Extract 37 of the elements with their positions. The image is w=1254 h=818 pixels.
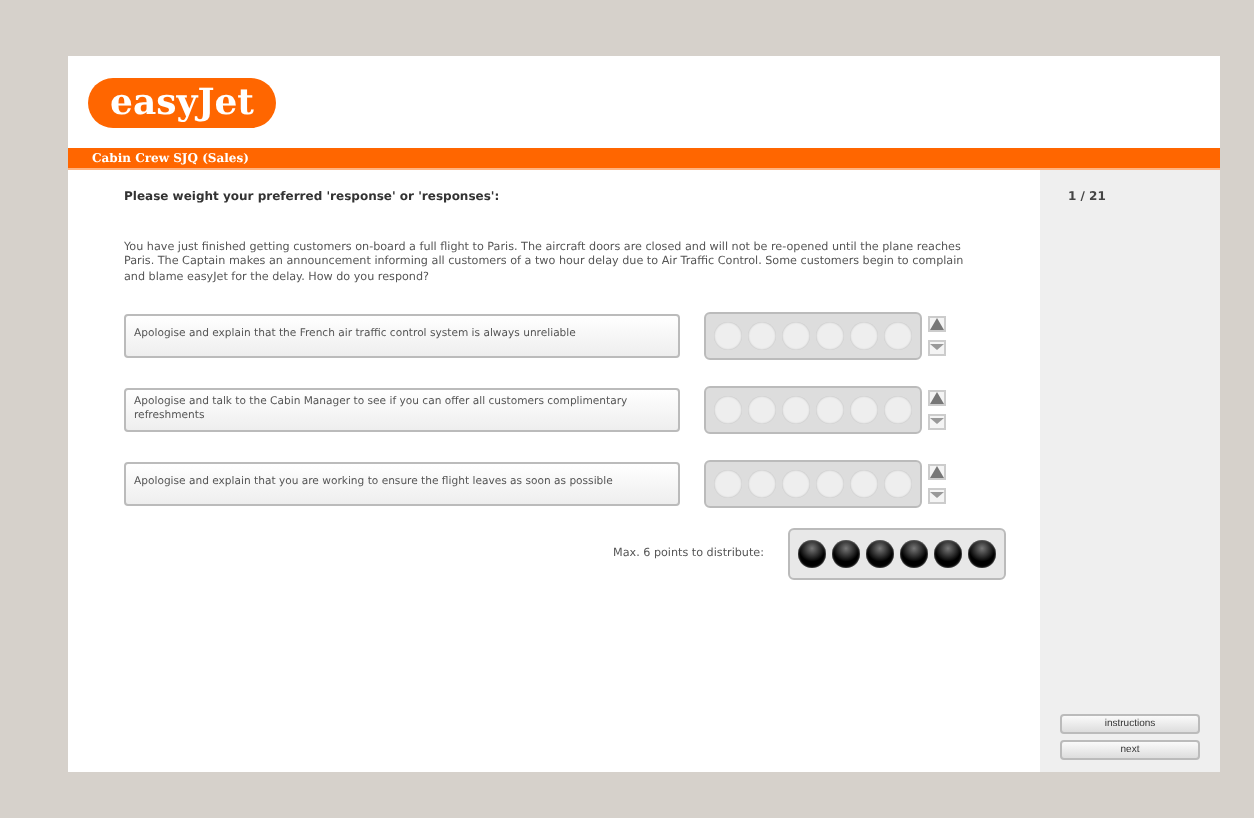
point-dot[interactable] xyxy=(714,321,742,350)
up-arrow-icon xyxy=(930,465,944,478)
up-arrow-icon xyxy=(930,317,944,330)
point-dot[interactable] xyxy=(714,469,742,498)
point-dot[interactable] xyxy=(714,395,742,424)
point-dot[interactable] xyxy=(850,469,878,498)
down-arrow-icon xyxy=(930,492,944,499)
point-dot[interactable] xyxy=(900,539,928,568)
down-arrow-icon xyxy=(930,418,944,425)
point-dot[interactable] xyxy=(884,395,912,424)
point-dot[interactable] xyxy=(782,469,810,498)
point-dot[interactable] xyxy=(832,539,860,568)
down-arrow-icon xyxy=(930,344,944,351)
decrease-button[interactable] xyxy=(928,339,946,356)
point-dot[interactable] xyxy=(798,539,826,568)
point-dot[interactable] xyxy=(866,539,894,568)
decrease-button[interactable] xyxy=(928,487,946,504)
point-dot[interactable] xyxy=(884,469,912,498)
point-dot[interactable] xyxy=(850,321,878,350)
point-dot[interactable] xyxy=(782,395,810,424)
point-dot[interactable] xyxy=(782,321,810,350)
point-dot[interactable] xyxy=(816,469,844,498)
increase-button[interactable] xyxy=(928,389,946,406)
point-dot[interactable] xyxy=(748,395,776,424)
up-arrow-icon xyxy=(930,391,944,404)
point-dot[interactable] xyxy=(748,469,776,498)
point-dot[interactable] xyxy=(850,395,878,424)
point-dot[interactable] xyxy=(934,539,962,568)
decrease-button[interactable] xyxy=(928,413,946,430)
point-dot[interactable] xyxy=(884,321,912,350)
point-dot[interactable] xyxy=(816,321,844,350)
logo: easyJet xyxy=(88,77,276,127)
point-dot[interactable] xyxy=(748,321,776,350)
increase-button[interactable] xyxy=(928,315,946,332)
increase-button[interactable] xyxy=(928,463,946,480)
point-dot[interactable] xyxy=(816,395,844,424)
point-dot[interactable] xyxy=(968,539,996,568)
